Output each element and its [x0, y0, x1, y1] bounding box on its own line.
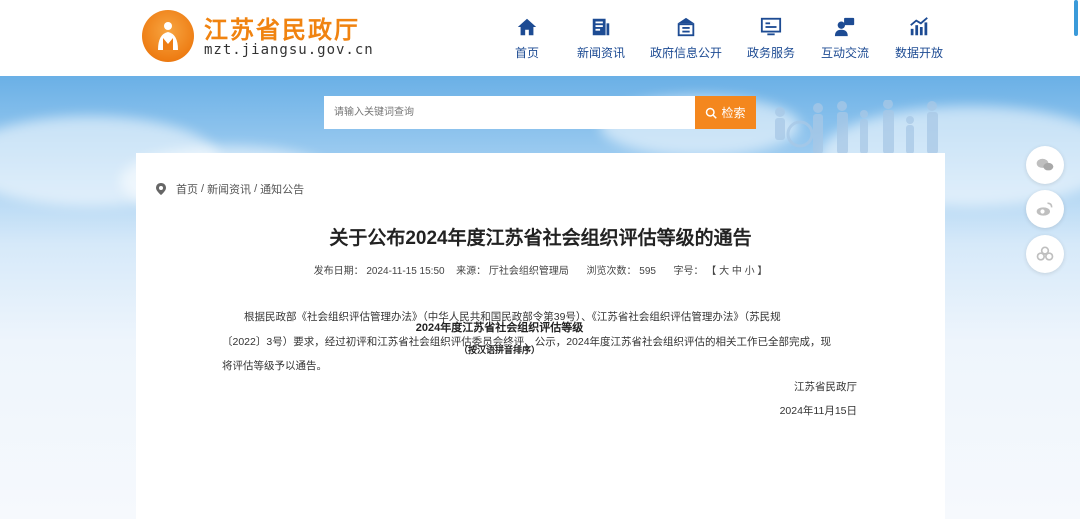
- signature-date: 2024年11月15日: [779, 405, 857, 417]
- font-size-label: 字号：: [673, 266, 704, 277]
- views-count: 595: [639, 266, 656, 277]
- nav-label: 政府信息公开: [649, 45, 722, 60]
- body-line: 将评估等级予以通告。: [222, 360, 327, 372]
- search-icon: [706, 107, 718, 119]
- date-label: 发布日期：: [313, 266, 364, 277]
- people-silhouette-icon: [775, 100, 938, 154]
- nav-label: 互动交流: [820, 45, 869, 60]
- font-bracket-open: 【: [706, 266, 717, 277]
- news-icon: [592, 18, 610, 35]
- logo-emblem-icon: [158, 22, 178, 50]
- monitor-icon: [760, 17, 782, 35]
- nav-label: 政务服务: [746, 45, 795, 60]
- article-body: 根据民政部《社会组织评估管理办法》（中华人民共和国民政部令第39号）、《江苏省社…: [222, 305, 858, 379]
- source-label: 来源：: [456, 266, 487, 277]
- nav-item-interaction[interactable]: 互动交流: [808, 0, 882, 76]
- breadcrumb-current[interactable]: 通知公告: [260, 181, 304, 197]
- nav-item-home[interactable]: 首页: [490, 0, 564, 76]
- weibo-icon: [1036, 202, 1053, 216]
- font-size-small[interactable]: 小: [745, 266, 755, 277]
- share-circles-icon: [1036, 246, 1054, 261]
- nav-label: 新闻资讯: [576, 45, 625, 60]
- font-bracket-close: 】: [757, 266, 768, 277]
- search-input[interactable]: [324, 96, 696, 129]
- font-size-medium[interactable]: 中: [732, 266, 742, 277]
- site-name: 江苏省民政厅: [204, 15, 360, 44]
- article-title: 关于公布2024年度江苏省社会组织评估等级的通告: [329, 228, 752, 249]
- nav-item-news[interactable]: 新闻资讯: [564, 0, 638, 76]
- table-subtitle: （按汉语拼音排序）: [458, 346, 540, 356]
- breadcrumb-home[interactable]: 首页: [176, 181, 198, 197]
- share-circles-button[interactable]: [1026, 235, 1064, 273]
- breadcrumb-separator: /: [254, 183, 258, 195]
- breadcrumb: 首页 / 新闻资讯 / 通知公告: [156, 181, 304, 197]
- weibo-share-button[interactable]: [1026, 190, 1064, 228]
- breadcrumb-section[interactable]: 新闻资讯: [207, 181, 251, 197]
- article-meta: 发布日期： 2024-11-15 15:50 来源： 厅社会组织管理局 浏览次数…: [136, 262, 945, 277]
- nav-item-open-data[interactable]: 数据开放: [882, 0, 956, 76]
- nav-label: 数据开放: [894, 45, 943, 60]
- breadcrumb-separator: /: [201, 183, 205, 195]
- site-header: 江苏省民政厅 mzt.jiangsu.gov.cn 首页 新闻资讯 政府信息公开…: [0, 0, 1080, 76]
- nav-item-services[interactable]: 政务服务: [734, 0, 808, 76]
- source-value: 厅社会组织管理局: [488, 266, 569, 277]
- nav-label: 首页: [514, 45, 539, 60]
- wechat-icon: [1036, 158, 1054, 171]
- home-icon: [517, 18, 537, 35]
- chat-user-icon: [834, 17, 855, 36]
- wechat-share-button[interactable]: [1026, 146, 1064, 184]
- nav-item-gov-info[interactable]: 政府信息公开: [638, 0, 734, 76]
- scrollbar-thumb[interactable]: [1074, 0, 1078, 36]
- article-card: 首页 / 新闻资讯 / 通知公告 关于公布2024年度江苏省社会组织评估等级的通…: [136, 153, 945, 519]
- font-size-large[interactable]: 大: [719, 266, 729, 277]
- chart-icon: [910, 16, 928, 35]
- search-button[interactable]: 检索: [695, 96, 756, 129]
- government-building-icon: [677, 17, 695, 36]
- table-title: 2024年度江苏省社会组织评估等级: [415, 322, 584, 334]
- publish-date: 2024-11-15 15:50: [366, 266, 445, 277]
- main-nav: 首页 新闻资讯 政府信息公开 政务服务 互动交流 数据开放: [490, 0, 956, 76]
- views-label: 浏览次数：: [586, 266, 637, 277]
- search-box: [324, 96, 696, 129]
- site-logo[interactable]: [142, 10, 194, 62]
- site-domain: mzt.jiangsu.gov.cn: [204, 42, 374, 58]
- signature-org: 江苏省民政厅: [794, 381, 857, 393]
- search-button-label: 检索: [721, 106, 746, 120]
- location-pin-icon: [156, 183, 166, 195]
